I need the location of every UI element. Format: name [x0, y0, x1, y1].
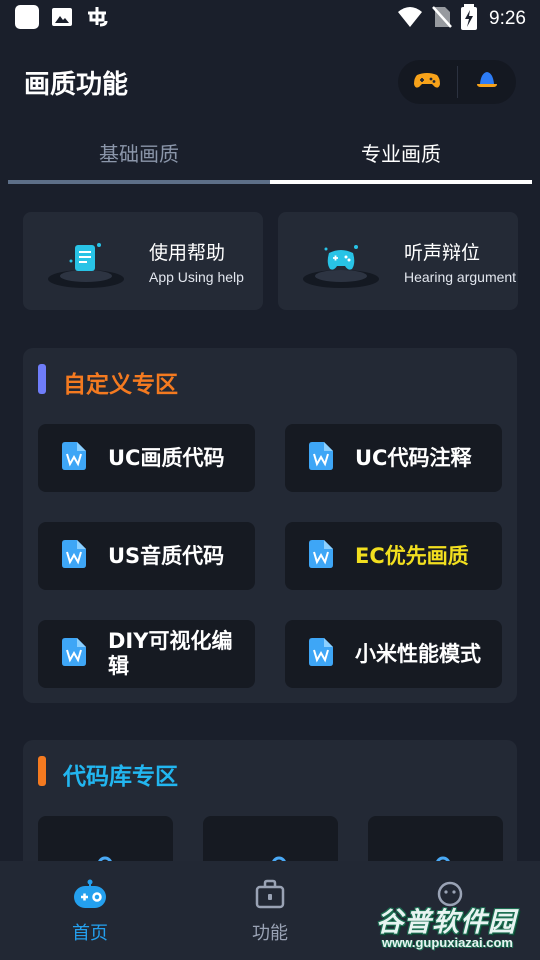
tab-indicator-active: [270, 180, 532, 184]
battery-charging-icon: [461, 4, 478, 34]
diy-visual-edit-item[interactable]: DIY可视化编辑: [38, 620, 255, 688]
nav-home-label: 首页: [72, 923, 108, 944]
notification-square-icon: [14, 4, 40, 34]
header-action-pill: [398, 60, 516, 104]
game-controller-icon: [413, 68, 441, 96]
hearing-card-subtitle: Hearing argument: [404, 268, 517, 285]
app-notification-icon: [84, 4, 110, 34]
uc-quality-code-item[interactable]: UC画质代码: [38, 424, 255, 492]
doc-icon: [62, 540, 86, 572]
doc-icon: [309, 540, 333, 572]
tab-bar: 基础画质 专业画质: [8, 126, 532, 184]
watermark-url: www.gupuxiazai.com: [382, 935, 513, 950]
hearing-argument-card[interactable]: 听声辩位 Hearing argument: [278, 212, 518, 310]
no-sim-icon: [431, 5, 453, 33]
tab-basic-quality[interactable]: 基础画质: [8, 126, 270, 178]
game-controller-button[interactable]: [398, 60, 457, 104]
help-card-title: 使用帮助: [149, 241, 226, 264]
status-bar: 9:26: [0, 0, 540, 38]
image-icon: [50, 5, 74, 33]
us-audio-code-item[interactable]: US音质代码: [38, 522, 255, 590]
robot-home-icon: [73, 879, 107, 913]
code-library-title: 代码库专区: [63, 764, 178, 790]
help-card-subtitle: App Using help: [149, 268, 244, 285]
code-library-panel: 代码库专区: [23, 740, 517, 880]
ec-priority-quality-item[interactable]: EC优先画质: [285, 522, 502, 590]
item-label: 小米性能模式: [355, 641, 481, 666]
page-title: 画质功能: [24, 70, 129, 100]
uc-code-notes-item[interactable]: UC代码注释: [285, 424, 502, 492]
item-label: DIY可视化编辑: [108, 629, 233, 678]
section-accent-bar: [38, 756, 46, 786]
nav-functions[interactable]: 功能: [210, 879, 330, 945]
wifi-icon: [397, 6, 423, 32]
item-label: UC代码注释: [355, 445, 472, 470]
hearing-card-title: 听声辩位: [404, 241, 481, 264]
watermark: 谷普软件园 www.gupuxiazai.com: [376, 900, 536, 952]
xiaomi-performance-item[interactable]: 小米性能模式: [285, 620, 502, 688]
tab-pro-quality[interactable]: 专业画质: [270, 126, 532, 178]
item-label: US音质代码: [108, 543, 225, 568]
briefcase-icon: [254, 879, 286, 913]
tab-indicator-inactive: [8, 180, 270, 184]
doc-icon: [309, 638, 333, 670]
gamepad-glow-icon: [298, 231, 384, 291]
nav-home[interactable]: 首页: [30, 879, 150, 945]
usage-help-card[interactable]: 使用帮助 App Using help: [23, 212, 263, 310]
app-header: 画质功能: [0, 56, 540, 110]
custom-zone-title: 自定义专区: [63, 372, 178, 398]
help-document-icon: [43, 231, 129, 291]
notification-bell-button[interactable]: [457, 60, 516, 104]
clock: 9:26: [489, 8, 526, 29]
custom-zone-panel: 自定义专区 UC画质代码 UC代码注释 US音质代码 EC优先画质 DIY可视化…: [23, 348, 517, 703]
section-accent-bar: [38, 364, 46, 394]
doc-icon: [62, 442, 86, 474]
item-label: UC画质代码: [108, 445, 225, 470]
bell-icon: [475, 68, 499, 96]
doc-icon: [309, 442, 333, 474]
item-label-highlighted: EC优先画质: [355, 543, 469, 568]
nav-functions-label: 功能: [252, 923, 288, 944]
doc-icon: [62, 638, 86, 670]
watermark-title: 谷普软件园: [376, 907, 516, 938]
